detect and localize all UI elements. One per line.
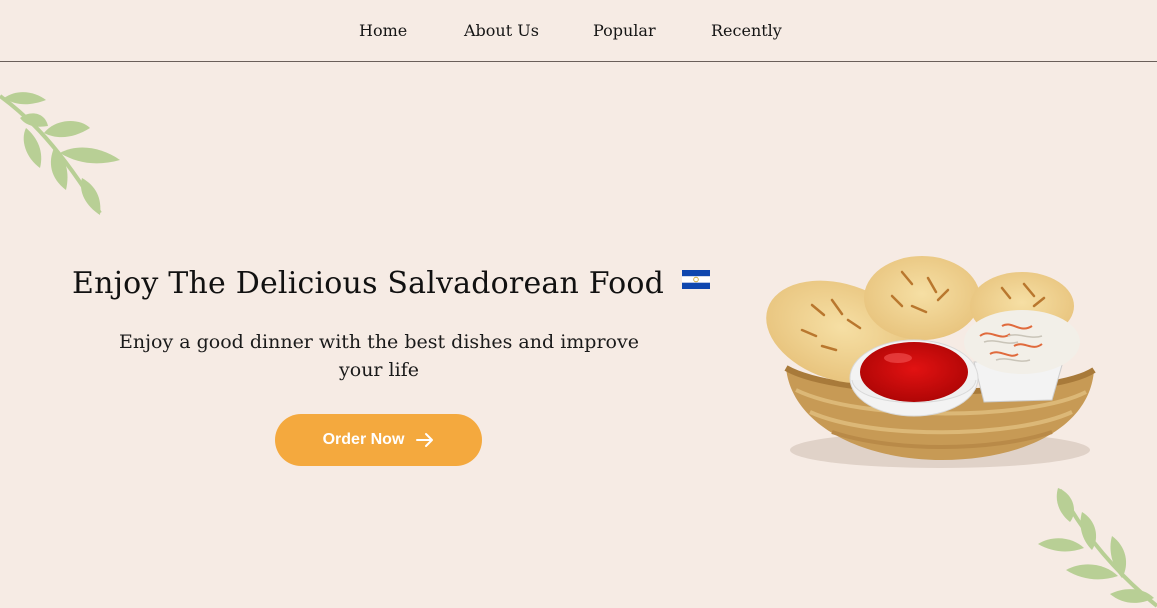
- order-now-button[interactable]: Order Now: [275, 414, 482, 466]
- nav-home-link[interactable]: Home: [359, 21, 407, 40]
- leaf-branch-icon: [0, 92, 120, 215]
- el-salvador-flag-icon: [681, 270, 710, 289]
- top-navbar: Home About Us Popular Recently: [0, 0, 1157, 62]
- hero-title: Enjoy The Delicious Salvadorean Food: [72, 266, 710, 301]
- nav-popular-link[interactable]: Popular: [593, 21, 656, 40]
- hero-subtitle: Enjoy a good dinner with the best dishes…: [119, 331, 639, 381]
- nav-recently-link[interactable]: Recently: [711, 21, 782, 40]
- order-now-label: Order Now: [322, 431, 405, 448]
- arrow-right-icon: [416, 433, 434, 447]
- pupusas-basket-image: [766, 256, 1096, 468]
- leaf-branch-icon: [1038, 488, 1157, 608]
- hero-title-text: Enjoy The Delicious Salvadorean Food: [72, 266, 665, 301]
- nav-about-us-link[interactable]: About Us: [464, 21, 539, 40]
